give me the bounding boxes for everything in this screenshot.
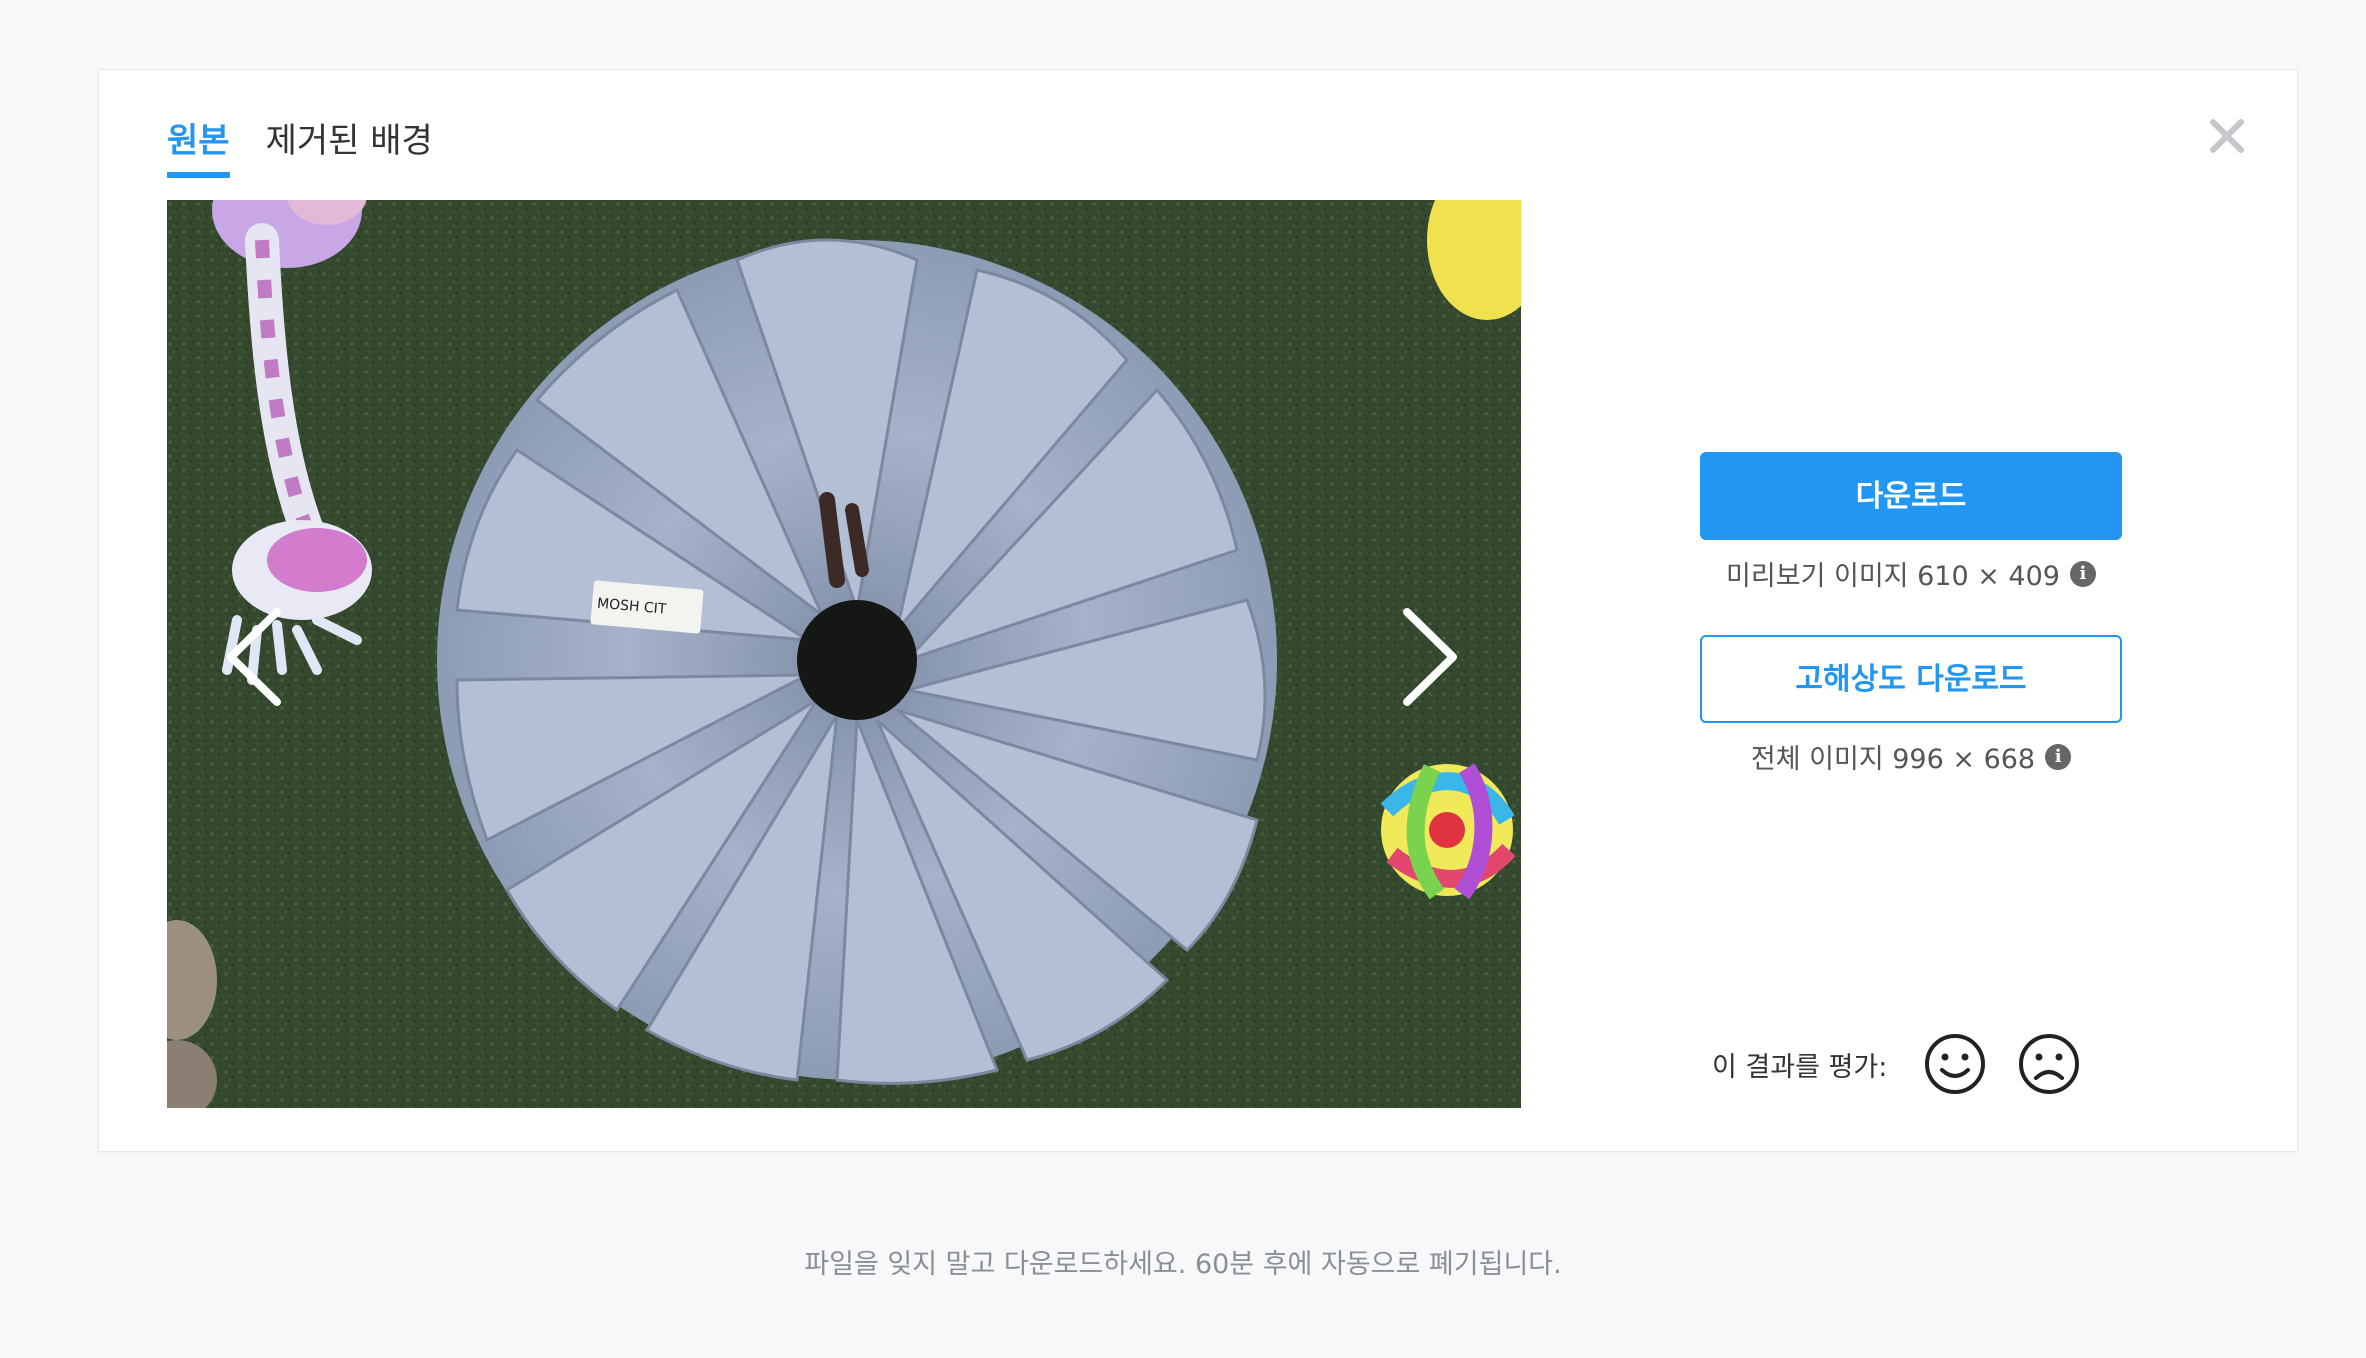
chevron-right-icon[interactable] [1387, 602, 1467, 712]
info-icon[interactable]: i [2069, 560, 2096, 587]
smile-icon[interactable] [1923, 1032, 1987, 1096]
close-icon[interactable] [2205, 114, 2249, 158]
hd-download-button[interactable]: 고해상도 다운로드 [1700, 635, 2122, 723]
result-card: 원본 제거된 배경 MOSH CIT 다운로드 미리보기 이미지 610 × 4… [98, 69, 2298, 1152]
preview-photo: MOSH CIT [167, 200, 1521, 1108]
tab-removed-background[interactable]: 제거된 배경 [266, 118, 433, 178]
tab-original[interactable]: 원본 [167, 118, 230, 178]
chevron-left-icon[interactable] [217, 602, 297, 712]
info-icon[interactable]: i [2045, 743, 2072, 770]
rating-label: 이 결과를 평가: [1712, 1051, 1888, 1083]
frown-icon[interactable] [2017, 1032, 2081, 1096]
expiry-notice: 파일을 잊지 말고 다운로드하세요. 60분 후에 자동으로 폐기됩니다. [804, 1249, 1562, 1280]
full-size-info: 전체 이미지 996 × 668 i [1700, 737, 2122, 776]
preview-size-text: 미리보기 이미지 610 × 409 [1726, 561, 2060, 592]
download-button[interactable]: 다운로드 [1700, 452, 2122, 540]
image-tabs: 원본 제거된 배경 [167, 118, 433, 178]
preview-size-info: 미리보기 이미지 610 × 409 i [1700, 554, 2122, 593]
full-size-text: 전체 이미지 996 × 668 [1750, 744, 2036, 775]
rating-bar: 이 결과를 평가: [1712, 1032, 2081, 1096]
image-preview: MOSH CIT [167, 200, 1521, 1108]
download-panel: 다운로드 미리보기 이미지 610 × 409 i 고해상도 다운로드 전체 이… [1700, 452, 2122, 818]
